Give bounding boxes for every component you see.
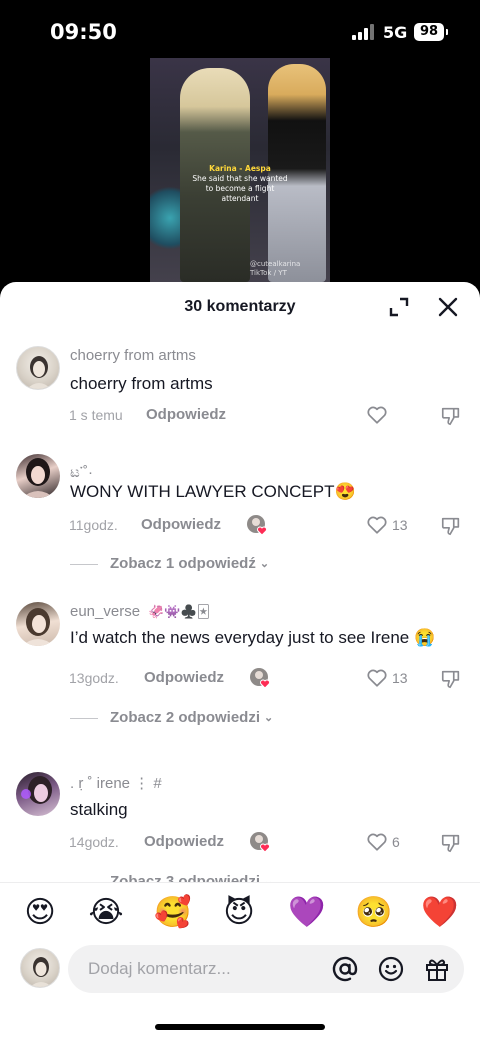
like-button[interactable] — [366, 404, 426, 428]
like-button[interactable]: 13 — [366, 514, 426, 538]
avatar[interactable] — [16, 346, 60, 390]
heart-icon — [367, 669, 387, 687]
reply-button[interactable]: Odpowiedz — [146, 406, 226, 423]
video-caption: Karina - Aespa She said that she wanted … — [192, 164, 288, 204]
view-replies-label: Zobacz 2 odpowiedzi — [110, 709, 261, 726]
comment-username-text: eun_verse — [70, 603, 141, 620]
heart-icon — [367, 406, 387, 424]
comment-text: stalking — [70, 800, 128, 819]
dislike-icon[interactable] — [440, 515, 462, 537]
comment-time: 13godz. — [69, 670, 119, 686]
chevron-down-icon: ⌄ — [259, 558, 270, 570]
like-count: 6 — [392, 834, 400, 850]
emoji-quick-bar: 😍 😭 🥰 😈 💜 🥺 ❤️ — [0, 882, 480, 948]
video-player[interactable]: Karina - Aespa She said that she wanted … — [150, 58, 330, 282]
view-replies-label: Zobacz 1 odpowiedź — [110, 555, 256, 572]
comment-time: 1 s temu — [69, 407, 123, 423]
comment-username[interactable]: eun_verse 🦑👾♣️🃏 — [70, 603, 210, 620]
reply-button[interactable]: Odpowiedz — [144, 669, 224, 686]
network-label: 5G — [383, 23, 408, 42]
battery-icon: 98 — [414, 23, 444, 41]
battery-cap — [446, 29, 448, 35]
comment-text: WONY WITH LAWYER CONCEPT😍 — [70, 482, 356, 501]
username-emoji: 🦑👾♣️🃏 — [148, 605, 211, 620]
comment-username[interactable]: choerry from artms — [70, 347, 196, 364]
watermark-line-1: @cutealkarina — [250, 260, 301, 268]
heart-icon — [367, 833, 387, 851]
home-indicator[interactable] — [155, 1024, 325, 1030]
divider-line — [70, 717, 98, 719]
video-caption-head: Karina - Aespa — [209, 164, 271, 173]
comment-text: choerry from artms — [70, 374, 213, 393]
comment-time: 11godz. — [69, 517, 118, 533]
reply-button[interactable]: Odpowiedz — [144, 833, 224, 850]
emoji-pleading[interactable]: 🥺 — [355, 895, 392, 931]
gift-icon[interactable] — [424, 956, 450, 982]
divider-line — [70, 563, 98, 565]
like-count: 13 — [392, 670, 408, 686]
creator-liked-icon — [250, 668, 270, 689]
like-button[interactable]: 6 — [366, 831, 426, 855]
reply-button[interactable]: Odpowiedz — [141, 516, 221, 533]
video-watermark: @cutealkarina TikTok / YT — [250, 260, 300, 278]
emoji-smiling-hearts[interactable]: 🥰 — [154, 895, 191, 931]
dislike-icon[interactable] — [440, 405, 462, 427]
comment-text: I’d watch the news everyday just to see … — [70, 628, 436, 647]
emoji-crying[interactable]: 😭 — [88, 895, 124, 931]
avatar[interactable] — [16, 454, 60, 498]
creator-liked-icon — [250, 832, 270, 853]
comment-input-row: Dodaj komentarz... — [0, 942, 480, 1002]
comment-username[interactable]: . ṛ ˚ irene ⋮ # — [70, 774, 162, 792]
view-replies-button[interactable]: Zobacz 2 odpowiedzi ⌄ — [70, 709, 273, 726]
dislike-icon[interactable] — [440, 668, 462, 690]
emoji-purple-heart[interactable]: 💜 — [288, 895, 325, 931]
emoji-icon[interactable] — [378, 956, 404, 982]
my-avatar[interactable] — [20, 948, 60, 988]
like-count: 13 — [392, 517, 408, 533]
status-time: 09:50 — [50, 20, 117, 44]
emoji-red-heart[interactable]: ❤️ — [421, 895, 458, 931]
creator-liked-icon — [247, 515, 267, 536]
comment-input[interactable]: Dodaj komentarz... — [68, 945, 464, 993]
emoji-heart-eyes[interactable]: 😍 — [22, 895, 58, 931]
signal-icon — [352, 24, 376, 40]
heart-icon — [367, 516, 387, 534]
close-icon[interactable] — [436, 295, 460, 319]
comments-sheet: 30 komentarzy choerry from artms choerry… — [0, 282, 480, 1040]
emoji-devil[interactable]: 😈 — [221, 895, 257, 931]
video-caption-body: She said that she wanted to become a fli… — [192, 174, 288, 203]
avatar[interactable] — [16, 602, 60, 646]
comment-time: 14godz. — [69, 834, 119, 850]
status-bar: 09:50 5G 98 — [0, 0, 480, 60]
watermark-line-2: TikTok / YT — [250, 269, 287, 277]
comment-input-placeholder: Dodaj komentarz... — [88, 959, 231, 978]
like-button[interactable]: 13 — [366, 667, 426, 691]
avatar[interactable] — [16, 772, 60, 816]
chevron-down-icon: ⌄ — [264, 712, 274, 724]
view-replies-button[interactable]: Zobacz 1 odpowiedź ⌄ — [70, 555, 269, 572]
mention-icon[interactable] — [332, 956, 358, 982]
expand-icon[interactable] — [389, 297, 409, 317]
dislike-icon[interactable] — [440, 832, 462, 854]
